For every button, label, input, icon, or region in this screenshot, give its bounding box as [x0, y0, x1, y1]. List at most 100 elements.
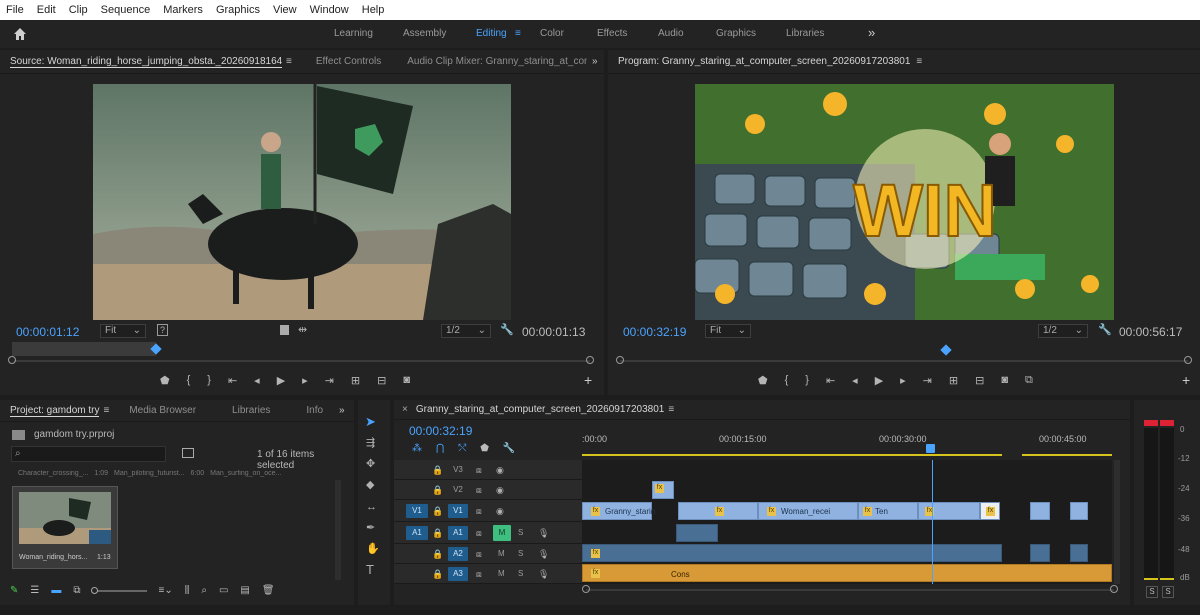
track-label[interactable]: V3 [448, 463, 468, 477]
add-button-icon[interactable]: + [1182, 372, 1190, 388]
step-forward-icon[interactable]: ▸ [900, 374, 906, 387]
clip-a2-c[interactable] [1070, 544, 1088, 562]
clip-v1-ten[interactable]: fx Ten [858, 502, 918, 520]
eye-icon[interactable]: ◉ [496, 463, 504, 477]
list-item[interactable]: Man_surfing_on_oce... [210, 470, 281, 477]
project-search-input[interactable]: ⌕ [11, 446, 166, 462]
panel-more-icon[interactable]: » [592, 56, 598, 67]
lock-icon[interactable]: 🔒 [432, 547, 443, 561]
clip-v1-8[interactable] [1070, 502, 1088, 520]
go-to-out-icon[interactable]: ⇥ [923, 374, 932, 387]
add-button-icon[interactable]: + [584, 372, 592, 388]
step-forward-icon[interactable]: ▸ [302, 374, 308, 387]
list-view-icon[interactable]: ☰ [30, 585, 39, 596]
trash-icon[interactable]: 🗑 [262, 585, 275, 596]
source-patch-v1[interactable]: V1 [406, 504, 428, 518]
tab-audio-clip-mixer[interactable]: Audio Clip Mixer: Granny_staring_at_comp… [407, 56, 587, 67]
clip-v2[interactable]: fx [652, 481, 674, 499]
sync-lock-icon[interactable]: ⧈ [476, 526, 482, 540]
tab-info[interactable]: Info [306, 405, 323, 416]
panel-menu-icon[interactable]: ≡ [286, 56, 292, 67]
menu-clip[interactable]: Clip [69, 4, 88, 16]
zoom-handle-left[interactable] [582, 585, 590, 593]
project-scrollbar[interactable] [335, 480, 341, 580]
solo-button[interactable]: S [518, 528, 523, 537]
eye-icon[interactable]: ◉ [496, 483, 504, 497]
program-resolution-dropdown[interactable]: 1/2 ⌄ [1038, 324, 1088, 338]
workspace-editing[interactable]: Editing [476, 28, 507, 39]
mark-out-icon[interactable]: } [207, 374, 211, 387]
compare-icon[interactable]: ⧉ [1025, 374, 1033, 387]
timeline-horizontal-scrollbar[interactable] [586, 589, 1114, 591]
zoom-handle-right[interactable] [586, 356, 594, 364]
selection-tool-icon[interactable]: ➤ [365, 414, 376, 430]
add-marker-icon[interactable]: ⬟ [480, 443, 489, 454]
track-label[interactable]: A3 [448, 567, 468, 581]
go-to-in-icon[interactable]: ⇤ [228, 374, 237, 387]
home-icon[interactable] [12, 26, 28, 42]
menu-help[interactable]: Help [362, 4, 385, 16]
solo-right-button[interactable]: S [1162, 586, 1174, 598]
clip-a3[interactable]: fx Cons [582, 564, 1112, 582]
new-item-icon[interactable]: ▤ [240, 585, 249, 596]
program-zoom-bar[interactable] [620, 360, 1188, 362]
workspace-assembly[interactable]: Assembly [403, 28, 446, 39]
zoom-handle-right[interactable] [1110, 585, 1118, 593]
sync-lock-icon[interactable]: ⧈ [476, 463, 482, 477]
wrench-icon[interactable]: 🔧 [1098, 323, 1112, 337]
step-back-icon[interactable]: ◂ [852, 374, 858, 387]
marker-icon[interactable]: ⬟ [758, 374, 768, 387]
work-area-bar[interactable] [582, 454, 1002, 456]
timeline-timecode[interactable]: 00:00:32:19 [409, 424, 472, 438]
sync-lock-icon[interactable]: ⧈ [476, 567, 482, 581]
zoom-slider[interactable] [90, 586, 147, 594]
nest-icon[interactable]: ⁂ [412, 443, 422, 454]
workspace-learning[interactable]: Learning [334, 28, 373, 39]
new-bin-icon[interactable] [182, 448, 194, 458]
timeline-tracks[interactable]: fx fx Granny_starin fx fx Woman_recei fx… [582, 460, 1112, 584]
timeline-playhead-head[interactable] [926, 444, 935, 453]
mark-out-icon[interactable]: } [805, 374, 809, 387]
microphone-icon[interactable]: 🎙 [538, 567, 549, 581]
new-bin-icon[interactable]: ▭ [219, 585, 228, 596]
menu-graphics[interactable]: Graphics [216, 4, 260, 16]
sync-lock-icon[interactable]: ⧈ [476, 547, 482, 561]
menu-sequence[interactable]: Sequence [101, 4, 151, 16]
step-back-icon[interactable]: ◂ [254, 374, 260, 387]
tab-source[interactable]: Source: Woman_riding_horse_jumping_obsta… [10, 56, 282, 68]
track-label[interactable]: V2 [448, 483, 468, 497]
menu-window[interactable]: Window [310, 4, 349, 16]
source-patch-a1[interactable]: A1 [406, 526, 428, 540]
overwrite-clip-icon[interactable]: ⊟ [377, 374, 386, 387]
program-timecode[interactable]: 00:00:32:19 [623, 325, 686, 339]
source-timecode[interactable]: 00:00:01:12 [16, 325, 79, 339]
track-label[interactable]: A1 [448, 526, 468, 540]
mute-button[interactable]: M [498, 549, 505, 558]
play-icon[interactable]: ▶ [875, 374, 883, 387]
workspace-libraries[interactable]: Libraries [786, 28, 824, 39]
time-ruler[interactable]: :00:00 00:00:15:00 00:00:30:00 00:00:45:… [582, 432, 1122, 458]
solo-button[interactable]: S [518, 549, 523, 558]
tab-project[interactable]: Project: gamdom try [10, 405, 100, 417]
work-area-bar[interactable] [1022, 454, 1112, 456]
list-item[interactable]: Man_piloting_futurist... [114, 470, 184, 477]
list-item[interactable]: Character_crossing_... [18, 470, 88, 477]
lock-icon[interactable]: 🔒 [432, 483, 443, 497]
tab-program[interactable]: Program: Granny_staring_at_computer_scre… [618, 56, 910, 67]
insert-clip-icon[interactable]: ⊞ [351, 374, 360, 387]
camera-icon[interactable]: ◙ [1001, 374, 1008, 387]
solo-left-button[interactable]: S [1146, 586, 1158, 598]
panel-menu-icon[interactable]: ≡ [103, 405, 109, 416]
mute-button[interactable]: M [493, 525, 511, 541]
razor-tool-icon[interactable]: ◆ [366, 478, 374, 492]
lift-icon[interactable]: ⊞ [949, 374, 958, 387]
clip-a2[interactable]: fx [582, 544, 1002, 562]
go-to-in-icon[interactable]: ⇤ [826, 374, 835, 387]
slip-tool-icon[interactable]: ↔ [366, 500, 377, 514]
menu-view[interactable]: View [273, 4, 297, 16]
timeline-settings-icon[interactable]: 🔧 [503, 443, 515, 454]
type-tool-icon[interactable]: T [366, 563, 374, 577]
track-label[interactable]: V1 [448, 504, 468, 518]
workspace-effects[interactable]: Effects [597, 28, 627, 39]
clip-indicator[interactable] [1144, 420, 1158, 426]
